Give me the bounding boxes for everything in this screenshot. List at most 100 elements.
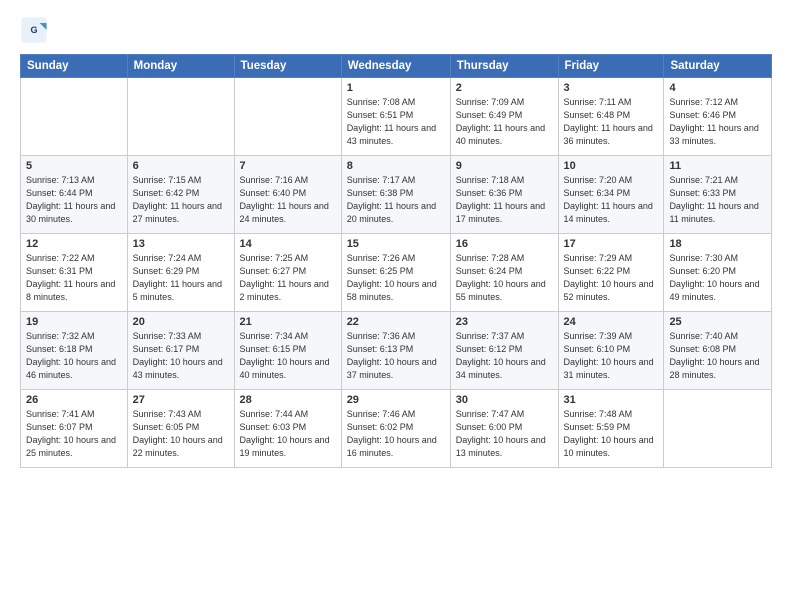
day-detail: Sunrise: 7:09 AMSunset: 6:49 PMDaylight:… <box>456 96 553 148</box>
day-detail: Sunrise: 7:30 AMSunset: 6:20 PMDaylight:… <box>669 252 766 304</box>
week-row-1: 1 Sunrise: 7:08 AMSunset: 6:51 PMDaylight… <box>21 78 772 156</box>
weekday-header-tuesday: Tuesday <box>234 55 341 78</box>
day-detail: Sunrise: 7:17 AMSunset: 6:38 PMDaylight:… <box>347 174 445 226</box>
day-cell: 14 Sunrise: 7:25 AMSunset: 6:27 PMDayligh… <box>234 234 341 312</box>
day-cell: 19Sunrise: 7:32 AMSunset: 6:18 PMDayligh… <box>21 312 128 390</box>
day-cell: 18 Sunrise: 7:30 AMSunset: 6:20 PMDayligh… <box>664 234 772 312</box>
day-detail: Sunrise: 7:25 AMSunset: 6:27 PMDaylight:… <box>240 252 336 304</box>
day-cell: 11Sunrise: 7:21 AMSunset: 6:33 PMDayligh… <box>664 156 772 234</box>
day-number: 18 <box>669 238 766 250</box>
day-detail: Sunrise: 7:41 AMSunset: 6:07 PMDaylight:… <box>26 408 122 460</box>
day-cell: 6 Sunrise: 7:15 AMSunset: 6:42 PMDaylight… <box>127 156 234 234</box>
calendar-body: 1 Sunrise: 7:08 AMSunset: 6:51 PMDaylight… <box>21 78 772 468</box>
day-number: 5 <box>26 160 122 172</box>
day-number: 8 <box>347 160 445 172</box>
day-cell <box>664 390 772 468</box>
day-detail: Sunrise: 7:16 AMSunset: 6:40 PMDaylight:… <box>240 174 336 226</box>
day-detail: Sunrise: 7:08 AMSunset: 6:51 PMDaylight:… <box>347 96 445 148</box>
day-cell: 28 Sunrise: 7:44 AMSunset: 6:03 PMDayligh… <box>234 390 341 468</box>
day-number: 15 <box>347 238 445 250</box>
day-detail: Sunrise: 7:22 AMSunset: 6:31 PMDaylight:… <box>26 252 122 304</box>
day-number: 1 <box>347 82 445 94</box>
day-number: 28 <box>240 394 336 406</box>
day-detail: Sunrise: 7:20 AMSunset: 6:34 PMDaylight:… <box>564 174 659 226</box>
day-cell <box>21 78 128 156</box>
day-cell: 2 Sunrise: 7:09 AMSunset: 6:49 PMDaylight… <box>450 78 558 156</box>
day-detail: Sunrise: 7:18 AMSunset: 6:36 PMDaylight:… <box>456 174 553 226</box>
day-cell: 4Sunrise: 7:12 AMSunset: 6:46 PMDaylight… <box>664 78 772 156</box>
logo: G <box>20 16 50 44</box>
day-detail: Sunrise: 7:21 AMSunset: 6:33 PMDaylight:… <box>669 174 766 226</box>
day-number: 31 <box>564 394 659 406</box>
weekday-header-thursday: Thursday <box>450 55 558 78</box>
day-cell <box>127 78 234 156</box>
day-detail: Sunrise: 7:43 AMSunset: 6:05 PMDaylight:… <box>133 408 229 460</box>
day-number: 25 <box>669 316 766 328</box>
day-cell: 23Sunrise: 7:37 AMSunset: 6:12 PMDayligh… <box>450 312 558 390</box>
day-cell: 3 Sunrise: 7:11 AMSunset: 6:48 PMDaylight… <box>558 78 664 156</box>
day-detail: Sunrise: 7:34 AMSunset: 6:15 PMDaylight:… <box>240 330 336 382</box>
week-row-2: 5Sunrise: 7:13 AMSunset: 6:44 PMDaylight… <box>21 156 772 234</box>
day-detail: Sunrise: 7:28 AMSunset: 6:24 PMDaylight:… <box>456 252 553 304</box>
header: G <box>20 16 772 44</box>
day-cell: 7 Sunrise: 7:16 AMSunset: 6:40 PMDaylight… <box>234 156 341 234</box>
day-cell: 9 Sunrise: 7:18 AMSunset: 6:36 PMDaylight… <box>450 156 558 234</box>
day-cell: 27Sunrise: 7:43 AMSunset: 6:05 PMDayligh… <box>127 390 234 468</box>
day-cell: 24 Sunrise: 7:39 AMSunset: 6:10 PMDayligh… <box>558 312 664 390</box>
day-number: 7 <box>240 160 336 172</box>
day-number: 24 <box>564 316 659 328</box>
day-detail: Sunrise: 7:11 AMSunset: 6:48 PMDaylight:… <box>564 96 659 148</box>
day-cell: 15Sunrise: 7:26 AMSunset: 6:25 PMDayligh… <box>341 234 450 312</box>
day-number: 2 <box>456 82 553 94</box>
day-cell: 30 Sunrise: 7:47 AMSunset: 6:00 PMDayligh… <box>450 390 558 468</box>
day-cell: 31 Sunrise: 7:48 AMSunset: 5:59 PMDayligh… <box>558 390 664 468</box>
day-number: 10 <box>564 160 659 172</box>
day-detail: Sunrise: 7:32 AMSunset: 6:18 PMDaylight:… <box>26 330 122 382</box>
weekday-header-wednesday: Wednesday <box>341 55 450 78</box>
day-detail: Sunrise: 7:48 AMSunset: 5:59 PMDaylight:… <box>564 408 659 460</box>
week-row-5: 26 Sunrise: 7:41 AMSunset: 6:07 PMDayligh… <box>21 390 772 468</box>
day-detail: Sunrise: 7:47 AMSunset: 6:00 PMDaylight:… <box>456 408 553 460</box>
day-number: 22 <box>347 316 445 328</box>
day-cell: 12 Sunrise: 7:22 AMSunset: 6:31 PMDayligh… <box>21 234 128 312</box>
day-cell: 13 Sunrise: 7:24 AMSunset: 6:29 PMDayligh… <box>127 234 234 312</box>
day-cell: 8 Sunrise: 7:17 AMSunset: 6:38 PMDaylight… <box>341 156 450 234</box>
day-detail: Sunrise: 7:33 AMSunset: 6:17 PMDaylight:… <box>133 330 229 382</box>
day-number: 23 <box>456 316 553 328</box>
weekday-header-saturday: Saturday <box>664 55 772 78</box>
weekday-header-friday: Friday <box>558 55 664 78</box>
day-detail: Sunrise: 7:29 AMSunset: 6:22 PMDaylight:… <box>564 252 659 304</box>
svg-text:G: G <box>30 25 37 35</box>
day-detail: Sunrise: 7:24 AMSunset: 6:29 PMDaylight:… <box>133 252 229 304</box>
day-number: 30 <box>456 394 553 406</box>
day-number: 21 <box>240 316 336 328</box>
day-detail: Sunrise: 7:46 AMSunset: 6:02 PMDaylight:… <box>347 408 445 460</box>
week-row-3: 12 Sunrise: 7:22 AMSunset: 6:31 PMDayligh… <box>21 234 772 312</box>
day-number: 20 <box>133 316 229 328</box>
day-cell: 29 Sunrise: 7:46 AMSunset: 6:02 PMDayligh… <box>341 390 450 468</box>
day-detail: Sunrise: 7:15 AMSunset: 6:42 PMDaylight:… <box>133 174 229 226</box>
day-cell: 5Sunrise: 7:13 AMSunset: 6:44 PMDaylight… <box>21 156 128 234</box>
weekday-header-row: SundayMondayTuesdayWednesdayThursdayFrid… <box>21 55 772 78</box>
day-detail: Sunrise: 7:12 AMSunset: 6:46 PMDaylight:… <box>669 96 766 148</box>
day-number: 12 <box>26 238 122 250</box>
day-cell: 20 Sunrise: 7:33 AMSunset: 6:17 PMDayligh… <box>127 312 234 390</box>
day-detail: Sunrise: 7:39 AMSunset: 6:10 PMDaylight:… <box>564 330 659 382</box>
day-detail: Sunrise: 7:40 AMSunset: 6:08 PMDaylight:… <box>669 330 766 382</box>
day-cell: 1 Sunrise: 7:08 AMSunset: 6:51 PMDaylight… <box>341 78 450 156</box>
page: G SundayMondayTuesdayWednesdayThursdayFr… <box>0 0 792 612</box>
day-number: 14 <box>240 238 336 250</box>
day-cell: 26 Sunrise: 7:41 AMSunset: 6:07 PMDayligh… <box>21 390 128 468</box>
day-cell <box>234 78 341 156</box>
day-detail: Sunrise: 7:44 AMSunset: 6:03 PMDaylight:… <box>240 408 336 460</box>
day-number: 9 <box>456 160 553 172</box>
day-number: 3 <box>564 82 659 94</box>
day-number: 26 <box>26 394 122 406</box>
day-number: 29 <box>347 394 445 406</box>
day-number: 6 <box>133 160 229 172</box>
day-cell: 22Sunrise: 7:36 AMSunset: 6:13 PMDayligh… <box>341 312 450 390</box>
weekday-header-sunday: Sunday <box>21 55 128 78</box>
day-cell: 21 Sunrise: 7:34 AMSunset: 6:15 PMDayligh… <box>234 312 341 390</box>
day-number: 13 <box>133 238 229 250</box>
calendar: SundayMondayTuesdayWednesdayThursdayFrid… <box>20 54 772 468</box>
